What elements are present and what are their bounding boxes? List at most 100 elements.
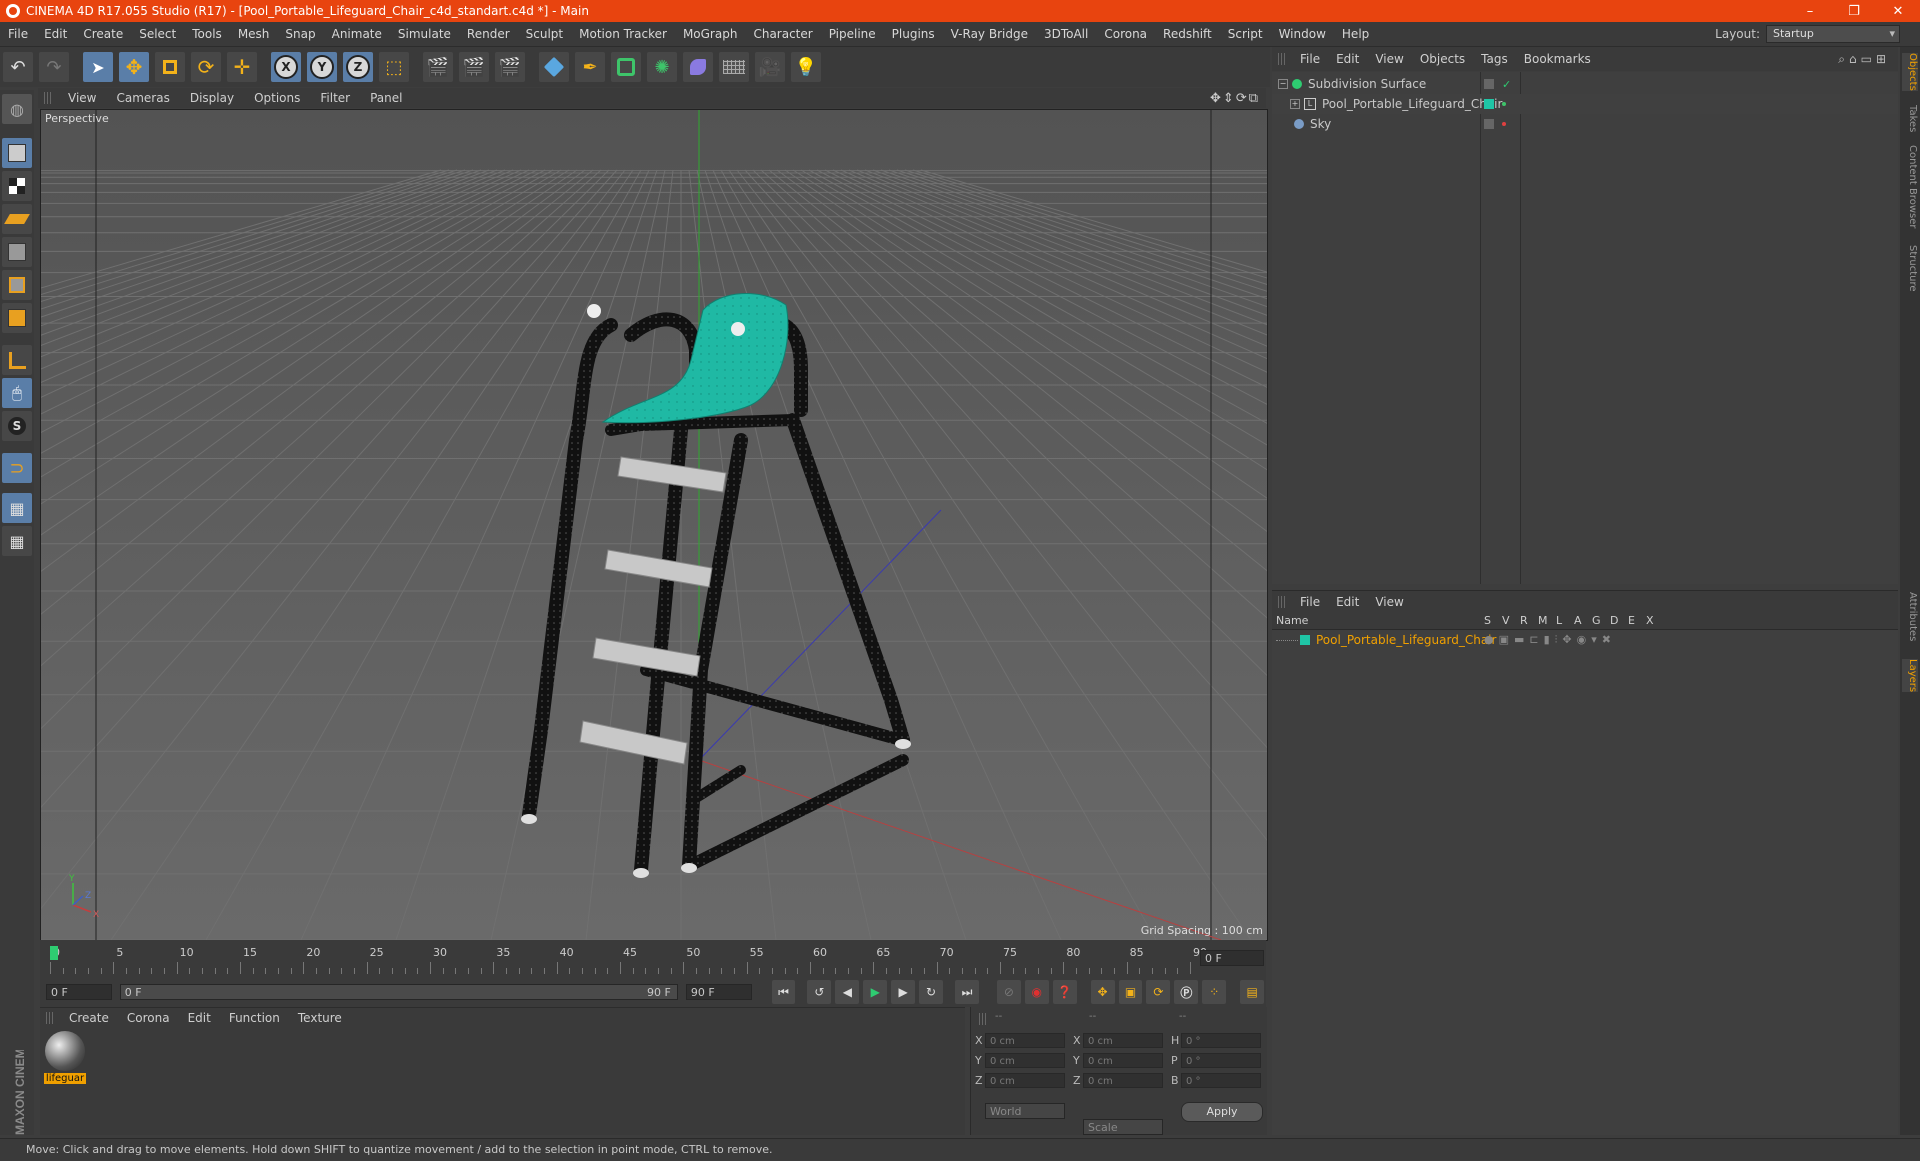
x-axis-lock-button[interactable]: X	[271, 52, 301, 82]
object-row-sky[interactable]: Sky	[1272, 114, 1898, 134]
lock-workplane-button[interactable]: ▦	[2, 493, 32, 523]
snap-button[interactable]: S	[2, 411, 32, 441]
timeline-ruler[interactable]: 051015202530354045505560657075808590 0 F	[40, 940, 1266, 978]
edges-mode-button[interactable]	[2, 270, 32, 300]
timeline-window-button[interactable]: ▤	[1240, 980, 1265, 1004]
layer-flag-icons[interactable]: ●▣▬⊏▮⫶✥◉▾✖	[1484, 633, 1616, 647]
key-pla-button[interactable]: ⁘	[1202, 980, 1227, 1004]
menu-edit[interactable]: Edit	[36, 27, 75, 41]
menu-corona[interactable]: Corona	[1096, 27, 1155, 41]
size-z-field[interactable]: 0 cm	[1083, 1072, 1163, 1088]
menu-sculpt[interactable]: Sculpt	[518, 27, 571, 41]
render-picture-viewer-button[interactable]: 🎬	[459, 52, 489, 82]
enabled-check-icon[interactable]: ✓	[1502, 78, 1511, 91]
object-menu-file[interactable]: File	[1292, 52, 1328, 66]
object-menu-edit[interactable]: Edit	[1328, 52, 1367, 66]
make-editable-button[interactable]: ◍	[2, 94, 32, 124]
object-menu-objects[interactable]: Objects	[1412, 52, 1473, 66]
size-x-field[interactable]: 0 cm	[1083, 1032, 1163, 1048]
menu-tools[interactable]: Tools	[184, 27, 230, 41]
magnet-button[interactable]: ⊃	[2, 453, 32, 483]
points-mode-button[interactable]	[2, 237, 32, 267]
add-array-button[interactable]: ✺	[647, 52, 677, 82]
rotate-tool-button[interactable]: ⟳	[191, 52, 221, 82]
redo-button[interactable]: ↷	[39, 52, 69, 82]
object-menu-view[interactable]: View	[1367, 52, 1411, 66]
tweak-mode-button[interactable]: 🖱	[2, 378, 32, 408]
next-frame-button[interactable]: ▶	[891, 980, 916, 1004]
autokey-button[interactable]: ❓	[1052, 980, 1077, 1004]
add-floor-button[interactable]	[719, 52, 749, 82]
current-frame-field[interactable]: 0 F	[1200, 950, 1264, 966]
layer-row[interactable]: Pool_Portable_Lifeguard_Chair ●▣▬⊏▮⫶✥◉▾✖	[1272, 630, 1898, 650]
minimize-button[interactable]: –	[1788, 4, 1832, 19]
key-rotation-button[interactable]: ⟳	[1146, 980, 1171, 1004]
menu-mograph[interactable]: MoGraph	[675, 27, 746, 41]
previous-key-button[interactable]: ↺	[807, 980, 832, 1004]
coordinate-mode-dropdown[interactable]: World	[985, 1103, 1065, 1119]
add-cube-button[interactable]	[539, 52, 569, 82]
menu-animate[interactable]: Animate	[324, 27, 390, 41]
viewport-menu-display[interactable]: Display	[180, 91, 244, 105]
tab-layers[interactable]: Layers	[1902, 659, 1918, 693]
layout-dropdown[interactable]: Startup	[1766, 25, 1900, 43]
rotation-p-field[interactable]: 0 °	[1181, 1052, 1261, 1068]
menu-character[interactable]: Character	[745, 27, 820, 41]
close-button[interactable]: ✕	[1876, 4, 1920, 19]
object-menu-tags[interactable]: Tags	[1473, 52, 1516, 66]
tab-attributes[interactable]: Attributes	[1902, 592, 1918, 641]
viewport-menu-filter[interactable]: Filter	[310, 91, 360, 105]
visibility-toggle-icon[interactable]	[1484, 79, 1494, 89]
tab-takes[interactable]: Takes	[1902, 105, 1918, 132]
rotation-b-field[interactable]: 0 °	[1181, 1072, 1261, 1088]
menu-help[interactable]: Help	[1334, 27, 1377, 41]
viewport-menu-cameras[interactable]: Cameras	[106, 91, 179, 105]
key-scale-button[interactable]: ▣	[1118, 980, 1143, 1004]
viewport-menu-view[interactable]: View	[58, 91, 106, 105]
workplane-mode-button[interactable]	[2, 204, 32, 234]
menu-window[interactable]: Window	[1271, 27, 1334, 41]
menu-redshift[interactable]: Redshift	[1155, 27, 1220, 41]
menu-file[interactable]: File	[0, 27, 36, 41]
playhead-marker[interactable]	[50, 946, 58, 960]
size-y-field[interactable]: 0 cm	[1083, 1052, 1163, 1068]
menu-plugins[interactable]: Plugins	[884, 27, 943, 41]
menu-pipeline[interactable]: Pipeline	[821, 27, 884, 41]
axis-mode-button[interactable]	[2, 345, 32, 375]
viewport-menu-panel[interactable]: Panel	[360, 91, 412, 105]
material-menu-function[interactable]: Function	[220, 1011, 289, 1025]
menu-script[interactable]: Script	[1220, 27, 1271, 41]
menu-render[interactable]: Render	[459, 27, 518, 41]
add-camera-button[interactable]: 🎥	[755, 52, 785, 82]
menu-3dtoall[interactable]: 3DToAll	[1036, 27, 1096, 41]
y-axis-lock-button[interactable]: Y	[307, 52, 337, 82]
object-manager-tools-icons[interactable]: ⌕⌂▭⊞	[1838, 52, 1890, 67]
play-button[interactable]: ▶	[863, 980, 888, 1004]
material-menu-corona[interactable]: Corona	[118, 1011, 179, 1025]
polygons-mode-button[interactable]	[2, 303, 32, 333]
layer-menu-file[interactable]: File	[1292, 595, 1328, 609]
frame-range-slider[interactable]: 0 F 90 F	[119, 984, 678, 1000]
layer-menu-edit[interactable]: Edit	[1328, 595, 1367, 609]
workplane-grid-button[interactable]: ▦	[2, 526, 32, 556]
go-to-start-button[interactable]: ⏮	[771, 980, 796, 1004]
position-z-field[interactable]: 0 cm	[985, 1072, 1065, 1088]
restore-button[interactable]: ❐	[1832, 4, 1876, 19]
menu-mesh[interactable]: Mesh	[230, 27, 278, 41]
add-deformer-button[interactable]	[683, 52, 713, 82]
object-row-subdivision[interactable]: − Subdivision Surface ✓	[1272, 74, 1898, 94]
position-x-field[interactable]: 0 cm	[985, 1032, 1065, 1048]
layer-color-swatch[interactable]	[1300, 635, 1310, 645]
material-swatch[interactable]: lifeguar	[44, 1031, 86, 1087]
menu-select[interactable]: Select	[131, 27, 184, 41]
apply-button[interactable]: Apply	[1181, 1102, 1263, 1122]
go-to-end-button[interactable]: ⏭	[955, 980, 979, 1004]
position-y-field[interactable]: 0 cm	[985, 1052, 1065, 1068]
add-subdivision-button[interactable]	[611, 52, 641, 82]
undo-button[interactable]: ↶	[3, 52, 33, 82]
start-frame-field[interactable]: 0 F	[46, 984, 112, 1000]
tab-structure[interactable]: Structure	[1902, 245, 1918, 292]
move-tool-button[interactable]: ✥	[119, 52, 149, 82]
menu-simulate[interactable]: Simulate	[390, 27, 459, 41]
object-menu-bookmarks[interactable]: Bookmarks	[1516, 52, 1599, 66]
